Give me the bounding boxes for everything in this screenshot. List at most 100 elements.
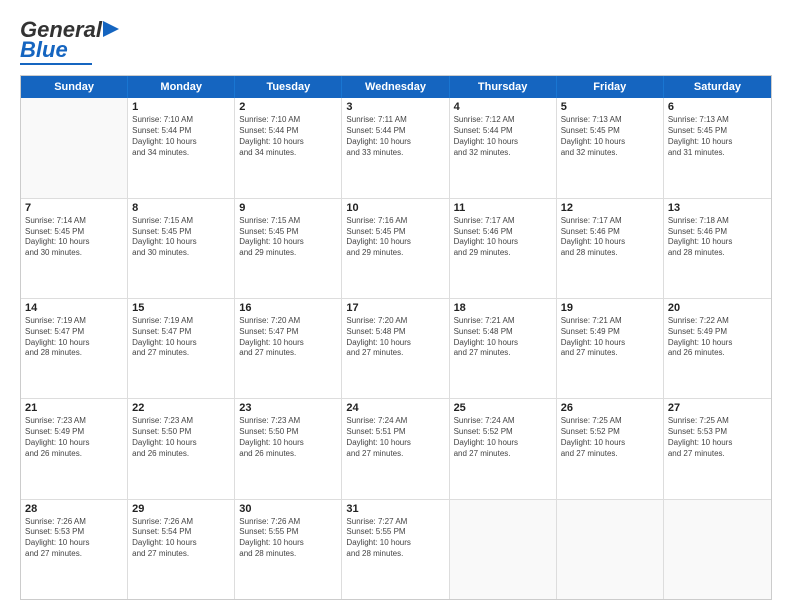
day-info: Sunrise: 7:25 AM Sunset: 5:53 PM Dayligh…	[668, 416, 767, 459]
day-info: Sunrise: 7:15 AM Sunset: 5:45 PM Dayligh…	[239, 216, 337, 259]
calendar-cell: 23 Sunrise: 7:23 AM Sunset: 5:50 PM Dayli…	[235, 399, 342, 498]
calendar: SundayMondayTuesdayWednesdayThursdayFrid…	[20, 75, 772, 600]
day-number: 27	[668, 402, 767, 414]
logo: General Blue	[20, 18, 125, 65]
day-info: Sunrise: 7:21 AM Sunset: 5:49 PM Dayligh…	[561, 316, 659, 359]
day-info: Sunrise: 7:17 AM Sunset: 5:46 PM Dayligh…	[454, 216, 552, 259]
header: General Blue	[20, 18, 772, 65]
logo-underline	[20, 63, 92, 65]
day-number: 6	[668, 101, 767, 113]
day-info: Sunrise: 7:18 AM Sunset: 5:46 PM Dayligh…	[668, 216, 767, 259]
day-info: Sunrise: 7:15 AM Sunset: 5:45 PM Dayligh…	[132, 216, 230, 259]
day-info: Sunrise: 7:13 AM Sunset: 5:45 PM Dayligh…	[668, 115, 767, 158]
calendar-cell: 17 Sunrise: 7:20 AM Sunset: 5:48 PM Dayli…	[342, 299, 449, 398]
day-number: 18	[454, 302, 552, 314]
page: General Blue SundayMondayTuesdayWednesda…	[0, 0, 792, 612]
day-info: Sunrise: 7:23 AM Sunset: 5:49 PM Dayligh…	[25, 416, 123, 459]
day-info: Sunrise: 7:19 AM Sunset: 5:47 PM Dayligh…	[132, 316, 230, 359]
calendar-cell: 31 Sunrise: 7:27 AM Sunset: 5:55 PM Dayli…	[342, 500, 449, 599]
calendar-cell: 28 Sunrise: 7:26 AM Sunset: 5:53 PM Dayli…	[21, 500, 128, 599]
calendar-cell: 2Sunrise: 7:10 AM Sunset: 5:44 PM Daylig…	[235, 98, 342, 197]
day-number: 10	[346, 202, 444, 214]
calendar-row-3: 21 Sunrise: 7:23 AM Sunset: 5:49 PM Dayli…	[21, 398, 771, 498]
day-number: 17	[346, 302, 444, 314]
day-info: Sunrise: 7:25 AM Sunset: 5:52 PM Dayligh…	[561, 416, 659, 459]
calendar-cell: 24 Sunrise: 7:24 AM Sunset: 5:51 PM Dayli…	[342, 399, 449, 498]
calendar-row-4: 28 Sunrise: 7:26 AM Sunset: 5:53 PM Dayli…	[21, 499, 771, 599]
day-info: Sunrise: 7:26 AM Sunset: 5:53 PM Dayligh…	[25, 517, 123, 560]
calendar-cell: 18Sunrise: 7:21 AM Sunset: 5:48 PM Dayli…	[450, 299, 557, 398]
calendar-cell: 21 Sunrise: 7:23 AM Sunset: 5:49 PM Dayli…	[21, 399, 128, 498]
calendar-cell: 27 Sunrise: 7:25 AM Sunset: 5:53 PM Dayli…	[664, 399, 771, 498]
day-info: Sunrise: 7:10 AM Sunset: 5:44 PM Dayligh…	[132, 115, 230, 158]
day-info: Sunrise: 7:17 AM Sunset: 5:46 PM Dayligh…	[561, 216, 659, 259]
day-info: Sunrise: 7:14 AM Sunset: 5:45 PM Dayligh…	[25, 216, 123, 259]
day-number: 12	[561, 202, 659, 214]
calendar-cell	[557, 500, 664, 599]
calendar-cell: 1 Sunrise: 7:10 AM Sunset: 5:44 PM Daylig…	[128, 98, 235, 197]
day-number: 26	[561, 402, 659, 414]
header-day-friday: Friday	[557, 76, 664, 98]
day-number: 24	[346, 402, 444, 414]
calendar-cell: 4 Sunrise: 7:12 AM Sunset: 5:44 PM Daylig…	[450, 98, 557, 197]
header-day-monday: Monday	[128, 76, 235, 98]
calendar-cell: 19Sunrise: 7:21 AM Sunset: 5:49 PM Dayli…	[557, 299, 664, 398]
day-info: Sunrise: 7:20 AM Sunset: 5:48 PM Dayligh…	[346, 316, 444, 359]
logo-arrow-icon	[103, 19, 125, 39]
day-number: 5	[561, 101, 659, 113]
header-day-saturday: Saturday	[664, 76, 771, 98]
day-number: 7	[25, 202, 123, 214]
calendar-cell: 16 Sunrise: 7:20 AM Sunset: 5:47 PM Dayli…	[235, 299, 342, 398]
header-day-sunday: Sunday	[21, 76, 128, 98]
day-info: Sunrise: 7:27 AM Sunset: 5:55 PM Dayligh…	[346, 517, 444, 560]
day-number: 31	[346, 503, 444, 515]
calendar-row-0: 1 Sunrise: 7:10 AM Sunset: 5:44 PM Daylig…	[21, 98, 771, 197]
calendar-cell: 3 Sunrise: 7:11 AM Sunset: 5:44 PM Daylig…	[342, 98, 449, 197]
calendar-cell	[664, 500, 771, 599]
day-info: Sunrise: 7:26 AM Sunset: 5:55 PM Dayligh…	[239, 517, 337, 560]
day-number: 8	[132, 202, 230, 214]
day-info: Sunrise: 7:23 AM Sunset: 5:50 PM Dayligh…	[132, 416, 230, 459]
day-number: 23	[239, 402, 337, 414]
calendar-cell	[21, 98, 128, 197]
calendar-cell: 29Sunrise: 7:26 AM Sunset: 5:54 PM Dayli…	[128, 500, 235, 599]
calendar-body: 1 Sunrise: 7:10 AM Sunset: 5:44 PM Daylig…	[21, 98, 771, 599]
day-number: 30	[239, 503, 337, 515]
day-info: Sunrise: 7:12 AM Sunset: 5:44 PM Dayligh…	[454, 115, 552, 158]
calendar-cell: 8 Sunrise: 7:15 AM Sunset: 5:45 PM Daylig…	[128, 199, 235, 298]
day-info: Sunrise: 7:13 AM Sunset: 5:45 PM Dayligh…	[561, 115, 659, 158]
calendar-cell: 13Sunrise: 7:18 AM Sunset: 5:46 PM Dayli…	[664, 199, 771, 298]
calendar-cell: 14Sunrise: 7:19 AM Sunset: 5:47 PM Dayli…	[21, 299, 128, 398]
day-number: 16	[239, 302, 337, 314]
calendar-header: SundayMondayTuesdayWednesdayThursdayFrid…	[21, 76, 771, 98]
day-info: Sunrise: 7:22 AM Sunset: 5:49 PM Dayligh…	[668, 316, 767, 359]
calendar-cell: 7 Sunrise: 7:14 AM Sunset: 5:45 PM Daylig…	[21, 199, 128, 298]
calendar-cell: 6 Sunrise: 7:13 AM Sunset: 5:45 PM Daylig…	[664, 98, 771, 197]
calendar-cell	[450, 500, 557, 599]
calendar-row-1: 7 Sunrise: 7:14 AM Sunset: 5:45 PM Daylig…	[21, 198, 771, 298]
day-info: Sunrise: 7:24 AM Sunset: 5:52 PM Dayligh…	[454, 416, 552, 459]
day-info: Sunrise: 7:24 AM Sunset: 5:51 PM Dayligh…	[346, 416, 444, 459]
calendar-cell: 15 Sunrise: 7:19 AM Sunset: 5:47 PM Dayli…	[128, 299, 235, 398]
day-number: 1	[132, 101, 230, 113]
day-number: 29	[132, 503, 230, 515]
day-info: Sunrise: 7:11 AM Sunset: 5:44 PM Dayligh…	[346, 115, 444, 158]
day-info: Sunrise: 7:20 AM Sunset: 5:47 PM Dayligh…	[239, 316, 337, 359]
day-number: 21	[25, 402, 123, 414]
calendar-cell: 22Sunrise: 7:23 AM Sunset: 5:50 PM Dayli…	[128, 399, 235, 498]
calendar-cell: 12 Sunrise: 7:17 AM Sunset: 5:46 PM Dayli…	[557, 199, 664, 298]
day-info: Sunrise: 7:23 AM Sunset: 5:50 PM Dayligh…	[239, 416, 337, 459]
day-info: Sunrise: 7:16 AM Sunset: 5:45 PM Dayligh…	[346, 216, 444, 259]
day-number: 28	[25, 503, 123, 515]
day-number: 4	[454, 101, 552, 113]
logo-blue: Blue	[20, 38, 68, 62]
day-number: 3	[346, 101, 444, 113]
day-number: 15	[132, 302, 230, 314]
calendar-cell: 30 Sunrise: 7:26 AM Sunset: 5:55 PM Dayli…	[235, 500, 342, 599]
day-info: Sunrise: 7:10 AM Sunset: 5:44 PM Dayligh…	[239, 115, 337, 158]
day-number: 25	[454, 402, 552, 414]
calendar-row-2: 14Sunrise: 7:19 AM Sunset: 5:47 PM Dayli…	[21, 298, 771, 398]
calendar-cell: 11Sunrise: 7:17 AM Sunset: 5:46 PM Dayli…	[450, 199, 557, 298]
calendar-cell: 25 Sunrise: 7:24 AM Sunset: 5:52 PM Dayli…	[450, 399, 557, 498]
header-day-tuesday: Tuesday	[235, 76, 342, 98]
